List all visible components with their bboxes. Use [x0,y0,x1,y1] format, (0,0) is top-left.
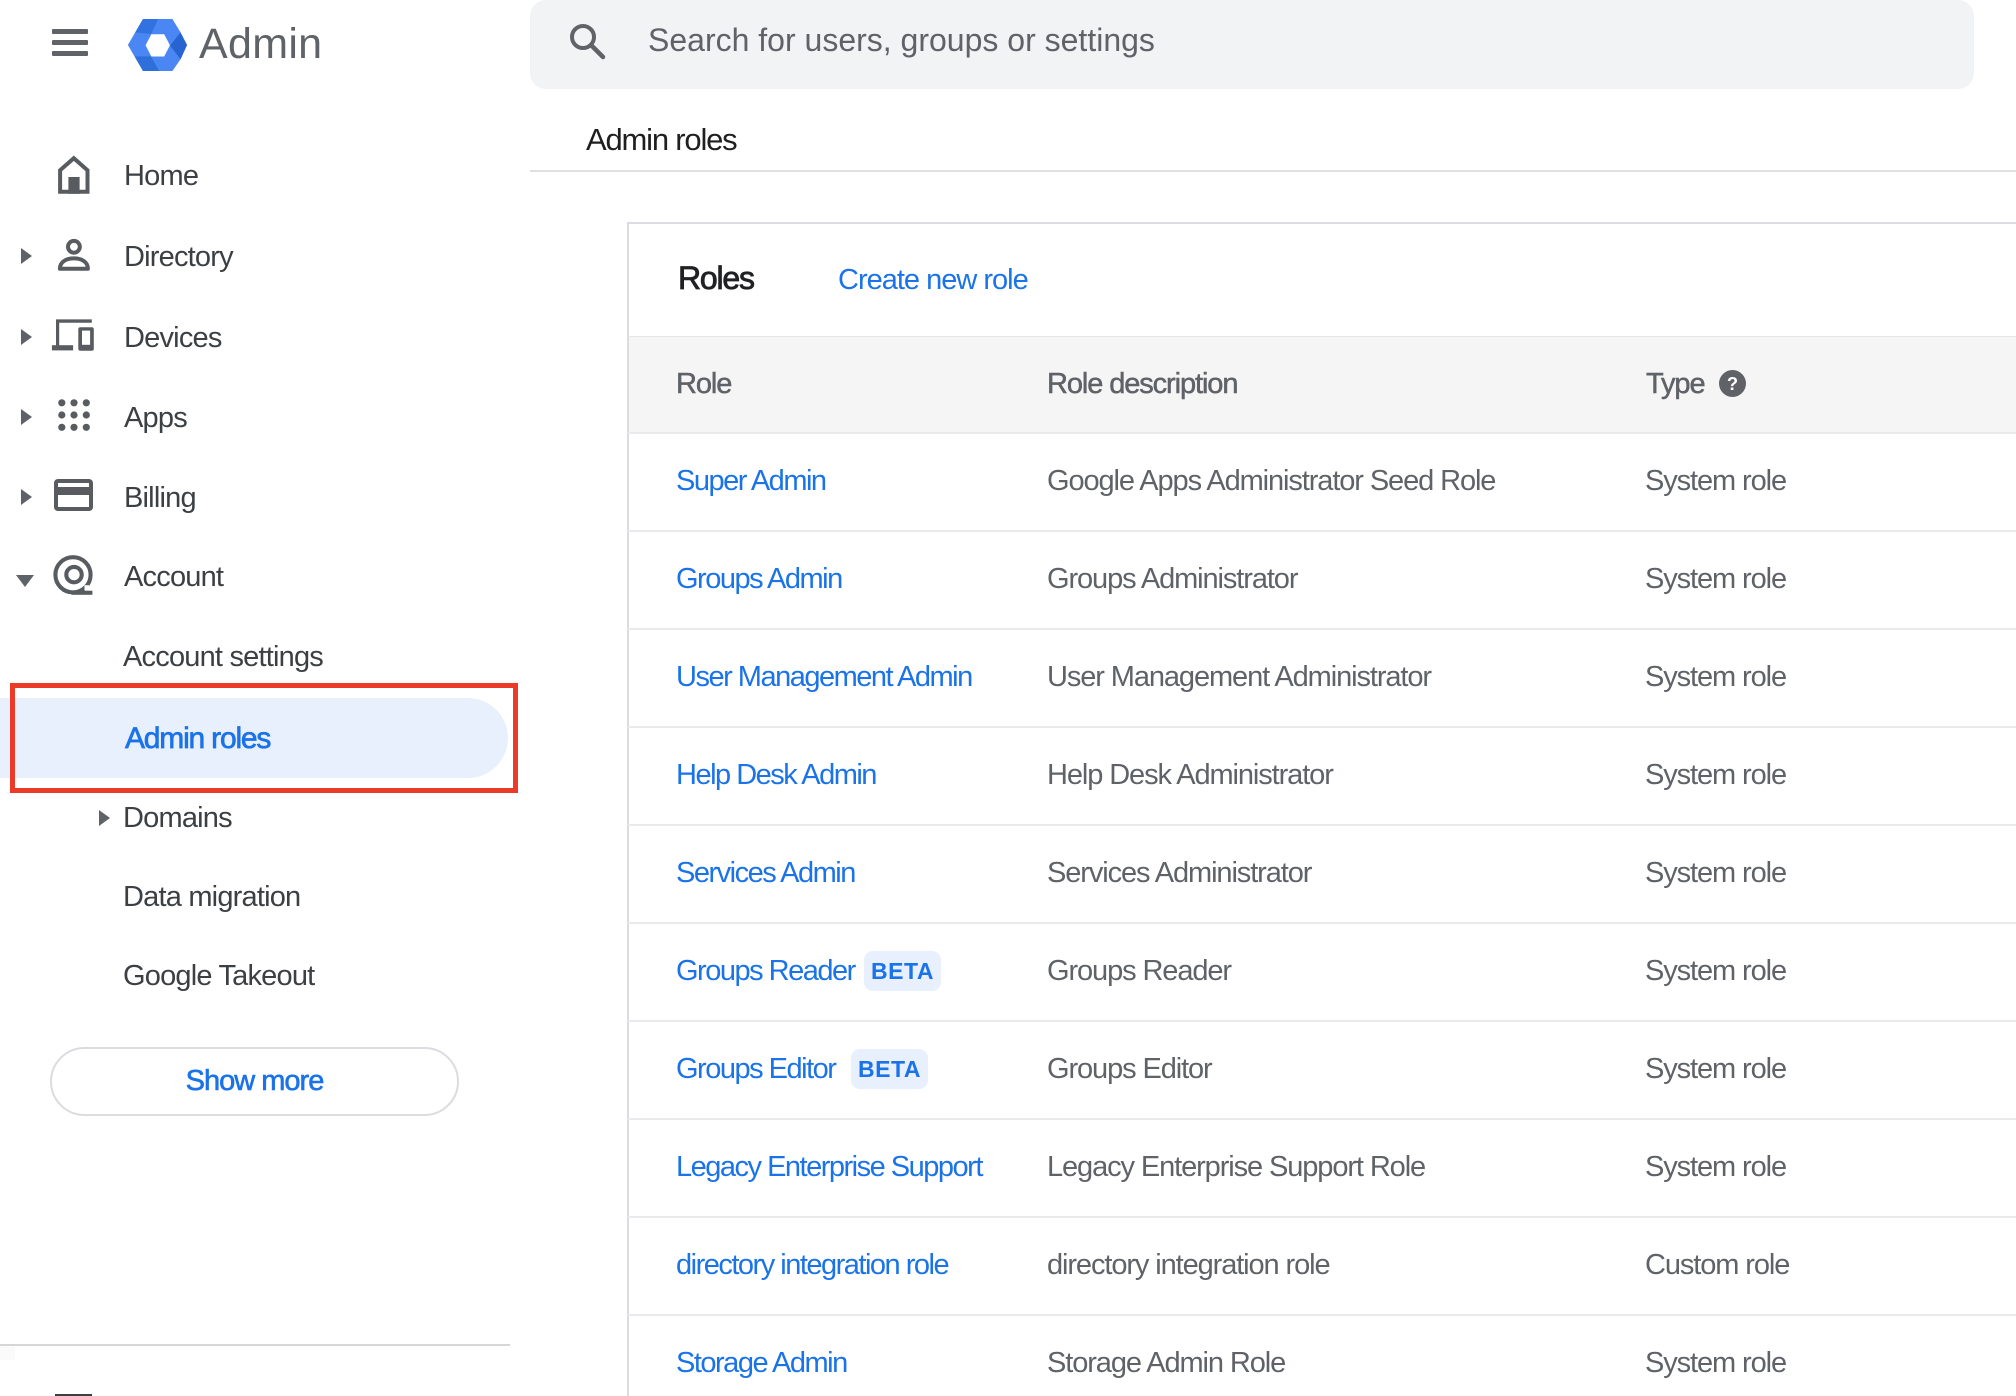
svg-text:?: ? [1727,373,1738,394]
